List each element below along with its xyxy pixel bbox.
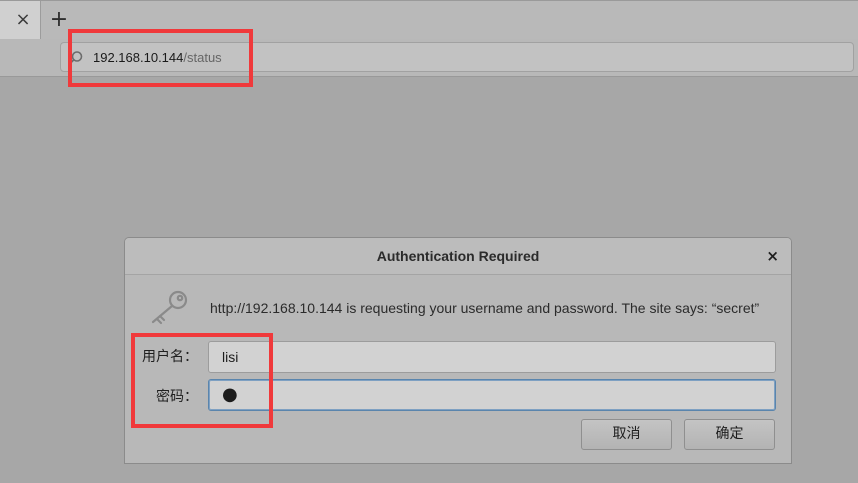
new-tab-button[interactable]: + <box>48 9 70 31</box>
search-icon <box>68 51 83 65</box>
dialog-close-icon[interactable]: × <box>766 247 779 265</box>
username-label: 用户名： <box>142 349 198 365</box>
password-label: 密码： <box>156 389 198 405</box>
url-host: 192.168.10.144 <box>93 50 184 65</box>
dialog-title: Authentication Required <box>376 248 540 264</box>
password-input[interactable]: ● <box>208 379 776 411</box>
username-input[interactable]: lisi <box>208 341 776 373</box>
dialog-titlebar: Authentication Required × <box>125 238 791 275</box>
url-text[interactable]: 192.168.10.144/status <box>93 49 222 66</box>
close-tab-icon[interactable]: × <box>13 10 33 30</box>
browser-tab[interactable]: × <box>0 1 41 40</box>
cancel-button[interactable]: 取消 <box>581 419 672 450</box>
key-icon <box>151 290 188 325</box>
ok-button[interactable]: 确定 <box>684 419 775 450</box>
address-bar[interactable]: 192.168.10.144/status <box>60 42 854 72</box>
tab-bar: × + <box>0 0 858 40</box>
dialog-message: http://192.168.10.144 is requesting your… <box>210 300 760 316</box>
url-path: /status <box>183 50 222 65</box>
auth-dialog: Authentication Required × http://192.168… <box>124 237 792 464</box>
navigation-bar: 192.168.10.144/status <box>0 39 858 77</box>
